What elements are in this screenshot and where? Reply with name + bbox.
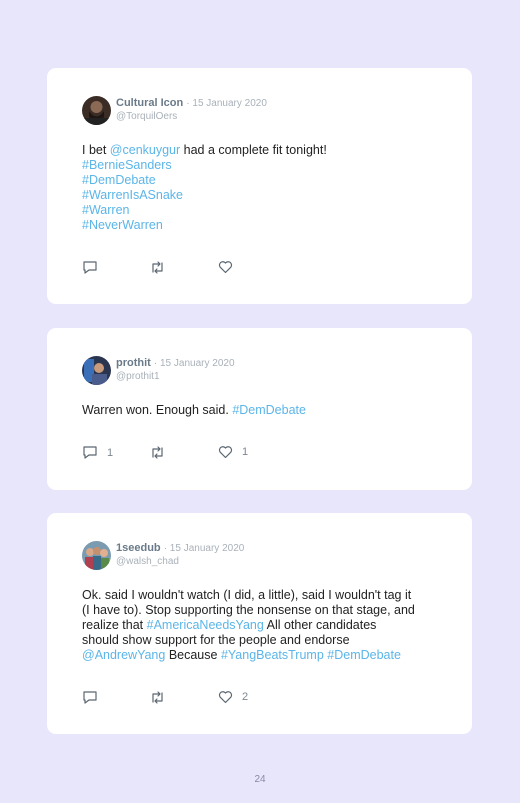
like-button[interactable]: 2 <box>218 690 248 704</box>
user-name[interactable]: 1seedub <box>116 542 161 554</box>
tweet-text: Warren won. Enough said. #DemDebate <box>82 403 442 418</box>
user-name[interactable]: prothit <box>116 357 151 369</box>
text: had a complete fit tonight! <box>180 143 327 157</box>
tweet-date: · 15 January 2020 <box>163 543 245 554</box>
heart-icon <box>218 446 233 459</box>
hashtag-link[interactable]: #WarrenIsASnake <box>82 188 442 203</box>
avatar[interactable] <box>82 541 111 570</box>
hashtag-link[interactable]: #YangBeatsTrump <box>221 648 324 662</box>
hashtag-link[interactable]: #BernieSanders <box>82 158 442 173</box>
like-button[interactable]: 1 <box>218 445 248 459</box>
speech-bubble-icon <box>83 691 97 704</box>
text: Because <box>165 648 221 662</box>
hashtag-link[interactable]: #AmericaNeedsYang <box>147 618 264 632</box>
tweet-header: prothit · 15 January 2020 @prothit1 <box>116 357 235 383</box>
tweet-header: 1seedub · 15 January 2020 @walsh_chad <box>116 542 244 568</box>
tweet-actions: 2 <box>82 690 282 706</box>
tweet-line: should show support for the people and e… <box>82 633 350 647</box>
hashtag-link[interactable]: #DemDebate <box>82 173 442 188</box>
hashtag-link[interactable]: #Warren <box>82 203 442 218</box>
heart-icon <box>218 261 233 274</box>
like-button[interactable] <box>218 260 233 274</box>
like-count: 2 <box>242 691 249 703</box>
text: All other candidates <box>263 618 377 632</box>
hashtag-link[interactable]: #DemDebate <box>327 648 401 662</box>
retweet-button[interactable] <box>149 260 166 275</box>
mention-link[interactable]: @AndrewYang <box>82 648 165 662</box>
heart-icon <box>218 691 233 704</box>
tweet-actions: 1 1 <box>82 445 282 461</box>
tweet-header: Cultural Icon · 15 January 2020 @Torquil… <box>116 97 267 123</box>
tweet-card: Cultural Icon · 15 January 2020 @Torquil… <box>47 68 472 304</box>
tweet-line: realize that #AmericaNeedsYang All other… <box>82 618 447 633</box>
speech-bubble-icon <box>83 261 97 274</box>
tweet-text: I bet @cenkuygur had a complete fit toni… <box>82 143 442 233</box>
user-handle[interactable]: @walsh_chad <box>116 555 244 568</box>
user-handle[interactable]: @TorquilOers <box>116 110 267 123</box>
reply-button[interactable] <box>82 690 98 705</box>
reply-button[interactable] <box>82 260 98 275</box>
retweet-icon <box>152 446 163 459</box>
tweet-line: @AndrewYang Because #YangBeatsTrump #Dem… <box>82 648 447 663</box>
tweet-line: Warren won. Enough said. #DemDebate <box>82 403 442 418</box>
reply-button[interactable]: 1 <box>82 445 113 460</box>
speech-bubble-icon <box>83 446 97 459</box>
hashtag-link[interactable]: #DemDebate <box>232 403 306 417</box>
tweet-actions <box>82 260 282 276</box>
avatar[interactable] <box>82 96 111 125</box>
tweet-text: Ok. said I wouldn't watch (I did, a litt… <box>82 588 447 663</box>
like-count: 1 <box>242 446 249 458</box>
tweet-line: (I have to). Stop supporting the nonsens… <box>82 603 415 617</box>
text: Warren won. Enough said. <box>82 403 233 417</box>
hashtag-link[interactable]: #NeverWarren <box>82 218 442 233</box>
reply-count: 1 <box>107 446 114 459</box>
retweet-button[interactable] <box>149 445 166 460</box>
page-number: 24 <box>254 774 266 785</box>
tweet-card: 1seedub · 15 January 2020 @walsh_chad Ok… <box>47 513 472 734</box>
tweet-date: · 15 January 2020 <box>153 358 235 369</box>
user-name[interactable]: Cultural Icon <box>116 97 183 109</box>
avatar[interactable] <box>82 356 111 385</box>
tweet-date: · 15 January 2020 <box>186 98 267 109</box>
mention-link[interactable]: @cenkuygur <box>110 143 180 157</box>
text: I bet <box>82 143 110 157</box>
tweet-line: Ok. said I wouldn't watch (I did, a litt… <box>82 588 412 602</box>
retweet-icon <box>152 261 163 274</box>
text: realize that <box>82 618 147 632</box>
tweet-card: prothit · 15 January 2020 @prothit1 Warr… <box>47 328 472 490</box>
retweet-button[interactable] <box>149 690 166 705</box>
retweet-icon <box>152 691 163 704</box>
user-handle[interactable]: @prothit1 <box>116 370 235 383</box>
tweet-line: I bet @cenkuygur had a complete fit toni… <box>82 143 442 158</box>
